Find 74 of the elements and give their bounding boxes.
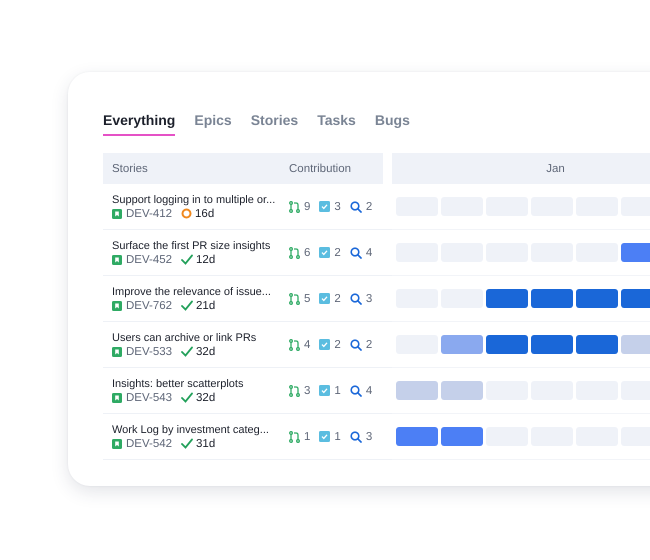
- age-text: 32d: [196, 346, 216, 358]
- search-icon: [350, 338, 362, 350]
- search-icon: [350, 292, 362, 304]
- pr-count: 9: [304, 200, 310, 212]
- pr-count: 6: [304, 246, 310, 258]
- task-count: 1: [334, 430, 341, 442]
- story-id: DEV-533: [126, 346, 172, 358]
- tab[interactable]: Tasks: [317, 110, 356, 136]
- age-text: 12d: [196, 254, 216, 266]
- story-id: DEV-412: [126, 208, 172, 220]
- check-icon: [181, 300, 194, 311]
- tab[interactable]: Stories: [250, 110, 298, 136]
- pr-count: 1: [304, 430, 310, 442]
- checkbox-icon: [319, 385, 330, 396]
- tab[interactable]: Epics: [194, 110, 232, 136]
- task-count: 2: [334, 338, 341, 350]
- checkbox-icon: [319, 201, 330, 212]
- check-icon: [181, 438, 194, 449]
- story-id: DEV-542: [126, 438, 172, 450]
- ring-icon: [181, 208, 192, 219]
- pr-count: 4: [304, 338, 310, 350]
- bookmark-icon: [112, 208, 122, 218]
- story-title[interactable]: Support logging in to multiple or...: [112, 194, 276, 206]
- checkbox-icon: [319, 431, 330, 442]
- checkbox-icon: [319, 247, 330, 258]
- review-count: 3: [366, 292, 372, 304]
- search-icon: [350, 430, 362, 442]
- story-title[interactable]: Improve the relevance of issue...: [112, 286, 271, 298]
- task-count: 2: [334, 292, 341, 304]
- task-count: 3: [334, 200, 341, 212]
- search-icon: [350, 246, 362, 258]
- column-header: Stories: [103, 153, 285, 184]
- pr-count: 5: [304, 292, 310, 304]
- task-count: 1: [334, 384, 341, 396]
- pull-request-icon: [289, 430, 300, 442]
- check-icon: [181, 392, 194, 403]
- bookmark-icon: [112, 254, 122, 264]
- review-count: 2: [366, 338, 372, 350]
- month-header: Jan: [392, 153, 650, 184]
- story-id: DEV-543: [126, 392, 172, 404]
- review-count: 4: [366, 384, 372, 396]
- bookmark-icon: [112, 392, 122, 402]
- pull-request-icon: [289, 246, 300, 258]
- story-title[interactable]: Surface the first PR size insights: [112, 240, 270, 252]
- checkbox-icon: [319, 293, 330, 304]
- search-icon: [350, 384, 362, 396]
- review-count: 4: [366, 246, 372, 258]
- age-text: 31d: [196, 438, 216, 450]
- story-title[interactable]: Users can archive or link PRs: [112, 332, 256, 344]
- bookmark-icon: [112, 438, 122, 448]
- task-count: 2: [334, 246, 341, 258]
- story-id: DEV-452: [126, 254, 172, 266]
- review-count: 2: [366, 200, 372, 212]
- checkbox-icon: [319, 339, 330, 350]
- check-icon: [181, 254, 194, 265]
- pull-request-icon: [289, 292, 300, 304]
- story-title[interactable]: Work Log by investment categ...: [112, 424, 269, 436]
- age-text: 21d: [196, 300, 216, 312]
- pull-request-icon: [289, 338, 300, 350]
- story-title[interactable]: Insights: better scatterplots: [112, 378, 244, 390]
- search-icon: [350, 200, 362, 212]
- bookmark-icon: [112, 300, 122, 310]
- age-text: 32d: [196, 392, 216, 404]
- age-text: 16d: [195, 208, 214, 220]
- pull-request-icon: [289, 200, 300, 212]
- pr-count: 3: [304, 384, 310, 396]
- tab[interactable]: Bugs: [374, 110, 410, 136]
- tab[interactable]: Everything: [103, 110, 176, 136]
- story-id: DEV-762: [126, 300, 172, 312]
- bookmark-icon: [112, 346, 122, 356]
- review-count: 3: [366, 430, 372, 442]
- pull-request-icon: [289, 384, 300, 396]
- column-header: Contribution: [285, 153, 383, 184]
- check-icon: [181, 346, 194, 357]
